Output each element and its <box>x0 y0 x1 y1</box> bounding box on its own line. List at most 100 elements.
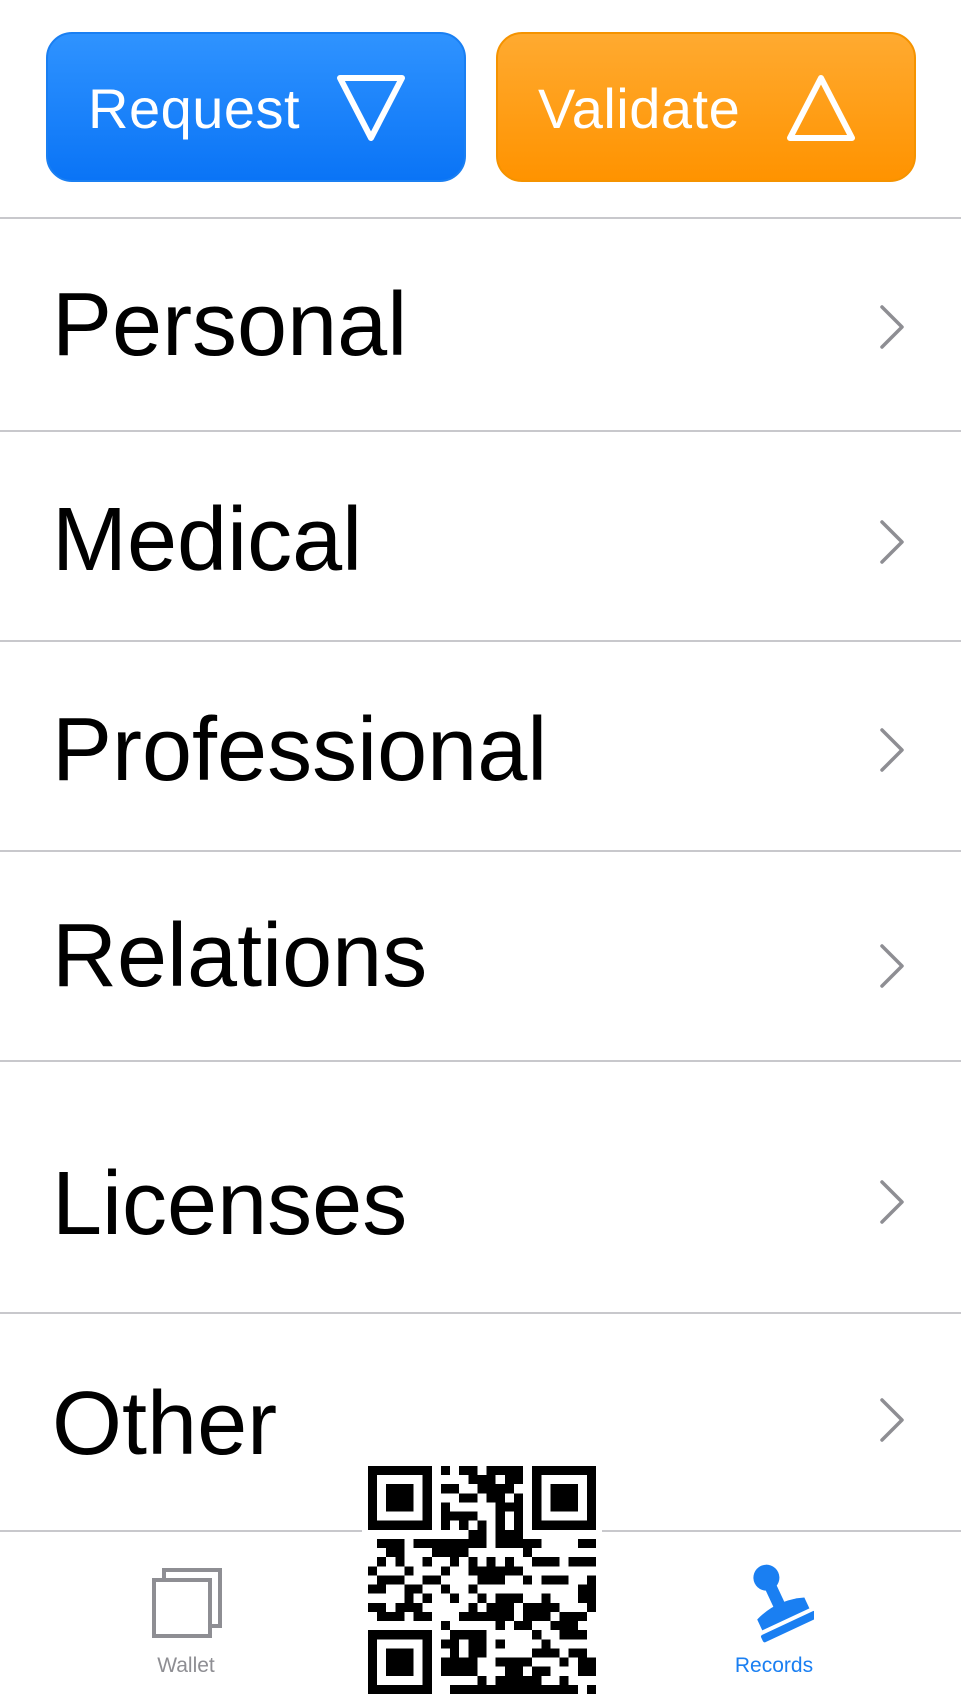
qr-module <box>368 1639 378 1649</box>
qr-module <box>422 1466 432 1476</box>
chevron-right-icon <box>880 305 904 349</box>
qr-module <box>513 1621 524 1631</box>
qr-module <box>559 1484 569 1494</box>
qr-module <box>440 1657 451 1667</box>
qr-module <box>477 1529 487 1539</box>
qr-module <box>395 1548 405 1558</box>
qr-module <box>532 1502 542 1512</box>
qr-module <box>450 1593 460 1603</box>
qr-module <box>532 1611 542 1622</box>
records-row-relations[interactable]: Relations <box>0 852 961 1060</box>
qr-module <box>404 1484 414 1494</box>
qr-module <box>568 1621 578 1631</box>
tab-wallet[interactable]: Wallet <box>86 1530 286 1704</box>
qr-module <box>541 1575 551 1585</box>
qr-module <box>440 1584 451 1594</box>
qr-module <box>513 1493 524 1503</box>
qr-module <box>586 1466 596 1476</box>
qr-module <box>422 1538 432 1549</box>
qr-module <box>486 1557 496 1567</box>
qr-module <box>440 1621 451 1631</box>
qr-module <box>568 1466 578 1476</box>
qr-module <box>404 1466 414 1476</box>
qr-module <box>495 1575 505 1585</box>
qr-module <box>431 1538 441 1549</box>
qr-module <box>495 1621 505 1631</box>
qr-module <box>377 1466 387 1476</box>
qr-module <box>523 1675 533 1685</box>
qr-module <box>559 1630 569 1640</box>
qr-module <box>422 1511 432 1521</box>
qr-module <box>486 1493 496 1503</box>
qr-module <box>377 1611 387 1622</box>
records-row-medical[interactable]: Medical <box>0 432 961 640</box>
qr-module <box>468 1602 478 1612</box>
qr-module <box>532 1511 542 1521</box>
qr-module <box>495 1684 505 1694</box>
qr-module <box>368 1566 378 1576</box>
qr-module <box>586 1602 596 1612</box>
qr-module <box>386 1684 396 1694</box>
qr-module <box>440 1639 451 1649</box>
qr-module <box>577 1520 587 1530</box>
qr-module <box>568 1502 578 1512</box>
qr-module <box>504 1566 514 1576</box>
validate-button-label: Validate <box>538 77 741 140</box>
qr-module <box>431 1548 441 1558</box>
stacked-cards-icon <box>152 1568 222 1638</box>
qr-module <box>422 1493 432 1503</box>
qr-module <box>395 1466 405 1476</box>
qr-module <box>550 1621 560 1631</box>
records-row-licenses[interactable]: Licenses <box>0 1062 961 1312</box>
qr-module <box>395 1684 405 1694</box>
qr-module <box>468 1611 478 1622</box>
qr-module <box>486 1602 496 1612</box>
qr-module <box>377 1538 387 1549</box>
qr-module <box>413 1466 423 1476</box>
qr-module <box>450 1548 460 1558</box>
qr-module <box>368 1484 378 1494</box>
qr-module <box>504 1538 514 1549</box>
qr-module <box>532 1630 542 1640</box>
qr-module <box>377 1584 387 1594</box>
qr-module <box>468 1566 478 1576</box>
qr-module <box>404 1593 414 1603</box>
qr-module <box>468 1511 478 1521</box>
qr-module <box>523 1621 533 1631</box>
qr-module <box>495 1493 505 1503</box>
qr-module <box>504 1666 514 1676</box>
qr-module <box>495 1611 505 1622</box>
qr-module <box>550 1602 560 1612</box>
qr-module <box>459 1657 469 1667</box>
triangle-up-icon <box>787 75 855 141</box>
qr-module <box>404 1666 414 1676</box>
qr-module <box>577 1666 587 1676</box>
qr-module <box>541 1611 551 1622</box>
qr-module <box>495 1466 505 1476</box>
chevron-right-icon <box>880 728 904 772</box>
qr-module <box>504 1593 514 1603</box>
qr-module <box>550 1557 560 1567</box>
records-row-professional[interactable]: Professional <box>0 642 961 850</box>
qr-module <box>368 1684 378 1694</box>
request-button[interactable]: Request <box>46 32 466 182</box>
qr-module <box>368 1602 378 1612</box>
qr-module <box>386 1538 396 1549</box>
qr-code-button[interactable] <box>362 1460 602 1704</box>
qr-module <box>440 1484 451 1494</box>
qr-module <box>413 1684 423 1694</box>
qr-module <box>468 1538 478 1549</box>
qr-module <box>450 1538 460 1549</box>
qr-module <box>523 1538 533 1549</box>
qr-module <box>377 1575 387 1585</box>
qr-module <box>586 1684 596 1694</box>
qr-module <box>550 1575 560 1585</box>
qr-module <box>368 1584 378 1594</box>
qr-module <box>422 1484 432 1494</box>
qr-module <box>395 1648 405 1658</box>
qr-module <box>450 1639 460 1649</box>
validate-button[interactable]: Validate <box>496 32 916 182</box>
qr-module <box>568 1648 578 1658</box>
records-row-personal[interactable]: Personal <box>0 219 961 430</box>
tab-records[interactable]: Records <box>674 1530 874 1704</box>
